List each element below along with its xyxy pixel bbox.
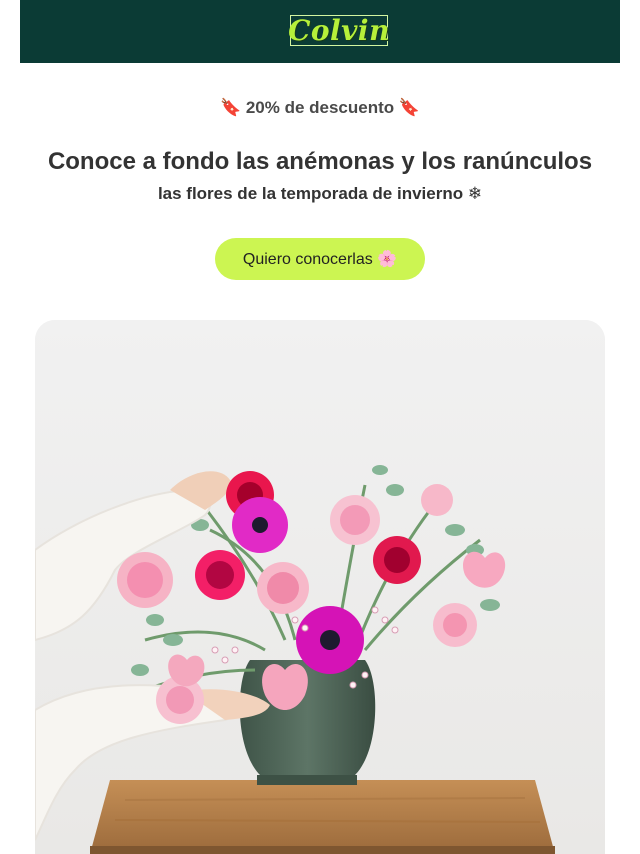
colvin-logo[interactable]: Colvin [288,13,390,47]
header-bar: Colvin [20,0,620,63]
email-page: Colvin 🔖 20% de descuento 🔖 Conoce a fon… [0,0,640,854]
logo-text: Colvin [288,13,390,47]
wooden-table [90,780,555,854]
hero-image[interactable] [35,320,605,854]
page-title: Conoce a fondo las anémonas y los ranúnc… [47,148,593,175]
flower-arrangement-illustration [35,320,605,854]
page-subtitle: las flores de la temporada de invierno ❄ [157,184,483,203]
cta-button[interactable]: Quiero conocerlas 🌸 [215,238,425,280]
discount-banner: 🔖 20% de descuento 🔖 [219,98,421,117]
